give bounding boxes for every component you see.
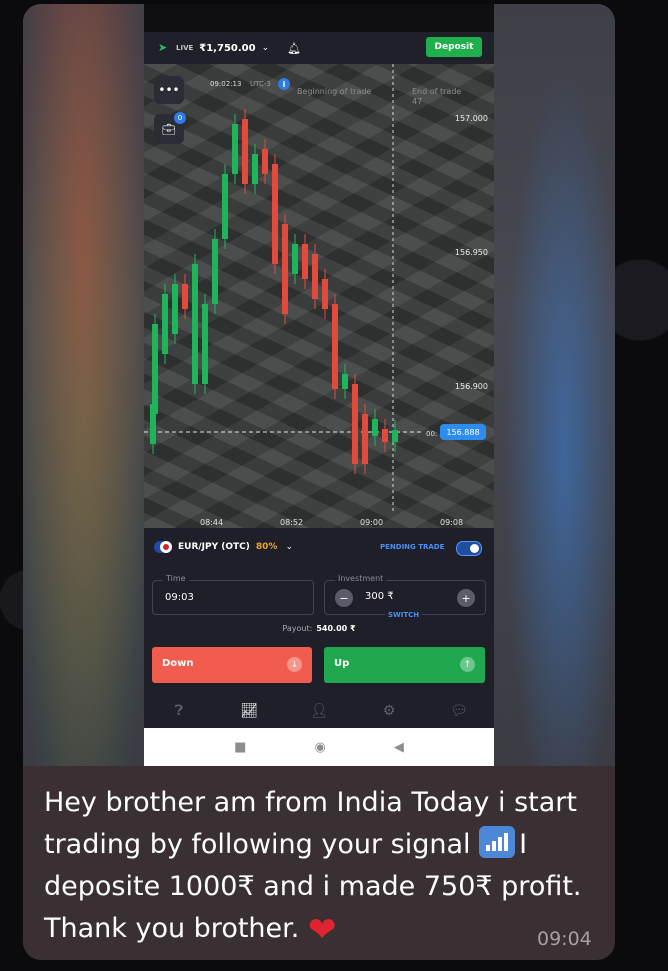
candle-body: [152, 324, 158, 414]
up-button[interactable]: Up ↑: [324, 647, 485, 683]
payout-label: Payout:: [282, 624, 313, 633]
live-label: LIVE: [176, 44, 194, 52]
candle-body: [282, 224, 288, 314]
chat-icon[interactable]: 💬︎: [449, 703, 469, 719]
current-time-prefix: 00:: [426, 430, 438, 438]
candle-body: [292, 244, 298, 274]
deposit-button[interactable]: Deposit: [426, 37, 482, 57]
bell-icon[interactable]: 🔔︎: [287, 42, 301, 55]
investment-value: 300 ₹: [365, 591, 394, 602]
trade-panel: EUR/JPY (OTC) 80% ⌄ PENDING TRADE Time 0…: [144, 528, 494, 728]
android-nav-bar: ■ ◉ ◀: [144, 728, 494, 766]
price-chart[interactable]: ••• 💼︎ 0 09:02:13 UTC-3 i Beginning of t…: [144, 64, 494, 528]
candle-body: [212, 239, 218, 304]
balance: ₹1,750.00: [199, 42, 256, 54]
plus-icon[interactable]: +: [457, 589, 475, 607]
candle-body: [332, 304, 338, 389]
candle-body: [352, 384, 358, 464]
menu-dots-icon[interactable]: •••: [154, 76, 184, 104]
up-label: Up: [334, 658, 350, 669]
current-price-tag: 156.888: [440, 424, 486, 440]
settings-icon[interactable]: ⚙︎: [379, 703, 399, 719]
candle-body: [192, 264, 198, 384]
time-label: Time: [163, 574, 189, 583]
investment-label: Investment: [335, 574, 387, 583]
candle-body: [242, 119, 248, 184]
trading-app-screenshot: ➤ LIVE ₹1,750.00 ⌄ 🔔︎ Deposit ••• 💼︎ 0 0…: [144, 4, 494, 766]
back-icon[interactable]: ◀: [394, 740, 404, 755]
x-tick: 09:00: [360, 518, 384, 527]
message-bubble: ➤ LIVE ₹1,750.00 ⌄ 🔔︎ Deposit ••• 💼︎ 0 0…: [23, 4, 615, 960]
message-timestamp: 09:04: [537, 928, 592, 950]
switch-link[interactable]: SWITCH: [385, 611, 423, 619]
payout-row: Payout: 540.00 ₹: [144, 624, 494, 633]
help-icon[interactable]: ❓︎: [169, 703, 189, 719]
status-bar: [144, 4, 494, 32]
beginning-of-trade-label: Beginning of trade: [297, 87, 372, 96]
candle-body: [372, 419, 378, 436]
info-icon[interactable]: i: [278, 78, 290, 90]
user-icon[interactable]: 👤︎: [309, 703, 329, 719]
candle-body: [322, 279, 328, 309]
arrow-up-icon: ↑: [460, 657, 475, 672]
signal-bars-icon: [479, 826, 516, 858]
timezone-label: UTC-3: [250, 80, 271, 88]
y-tick: 156.900: [454, 382, 488, 391]
pending-trade-label: PENDING TRADE: [380, 543, 445, 551]
asset-name: EUR/JPY (OTC): [178, 542, 250, 552]
y-tick: 157.000: [454, 114, 488, 123]
trades-count-badge: 0: [174, 112, 186, 124]
home-icon[interactable]: ◉: [314, 740, 325, 755]
minus-icon[interactable]: −: [335, 589, 353, 607]
photo-blur-right: [494, 4, 615, 766]
candlestick-svg: [144, 64, 424, 514]
end-of-trade-sub: 47: [412, 97, 423, 106]
end-of-trade-text: End of trade: [412, 87, 462, 96]
candle-body: [382, 429, 388, 442]
arrow-down-icon: ↓: [287, 657, 302, 672]
down-label: Down: [162, 658, 194, 669]
candle-body: [172, 284, 178, 334]
candle-body: [272, 164, 278, 264]
time-field[interactable]: Time 09:03: [152, 574, 314, 615]
x-tick: 08:44: [200, 518, 224, 527]
candle-body: [342, 374, 348, 389]
candle-body: [232, 124, 238, 174]
account-selector[interactable]: ➤ LIVE ₹1,750.00 ⌄: [154, 38, 273, 58]
pending-trade-toggle[interactable]: [456, 541, 482, 556]
top-bar: ➤ LIVE ₹1,750.00 ⌄ 🔔︎ Deposit: [144, 32, 494, 64]
candle-body: [202, 304, 208, 384]
y-tick: 156.950: [454, 248, 488, 257]
end-of-trade-label: End of trade 47: [412, 87, 472, 107]
message-text: Hey brother am from India Today i start …: [44, 782, 584, 951]
eur-jpy-flag-icon: [154, 541, 172, 553]
x-tick: 09:08: [440, 518, 464, 527]
candle-body: [162, 294, 168, 354]
candle-body: [182, 284, 188, 309]
trade-timer: 09:02:13: [210, 80, 242, 88]
chart-icon[interactable]: 📈︎: [239, 703, 259, 719]
asset-selector[interactable]: EUR/JPY (OTC) 80% ⌄: [154, 538, 293, 556]
investment-field[interactable]: Investment − 300 ₹ + SWITCH: [324, 574, 486, 619]
candle-body: [312, 254, 318, 299]
candle-body: [392, 430, 398, 442]
screenshot-photo[interactable]: ➤ LIVE ₹1,750.00 ⌄ 🔔︎ Deposit ••• 💼︎ 0 0…: [23, 4, 615, 766]
chevron-down-icon: ⌄: [261, 43, 270, 53]
candle-body: [302, 244, 308, 279]
photo-blur-left: [23, 4, 144, 766]
heart-icon: ❤: [307, 910, 337, 950]
x-tick: 08:52: [280, 518, 304, 527]
chevron-down-icon: ⌄: [285, 542, 293, 552]
recents-icon[interactable]: ■: [234, 740, 246, 755]
candle-body: [222, 174, 228, 239]
candle-body: [252, 154, 258, 184]
down-button[interactable]: Down ↓: [152, 647, 312, 683]
candle-body: [362, 414, 368, 464]
payout-value: 540.00 ₹: [316, 624, 356, 633]
asset-payout: 80%: [255, 542, 278, 552]
send-icon: ➤: [158, 41, 168, 54]
time-value: 09:03: [165, 592, 194, 603]
bottom-nav: ❓︎ 📈︎ 👤︎ ⚙︎ 💬︎: [144, 694, 494, 728]
candle-body: [262, 149, 268, 174]
